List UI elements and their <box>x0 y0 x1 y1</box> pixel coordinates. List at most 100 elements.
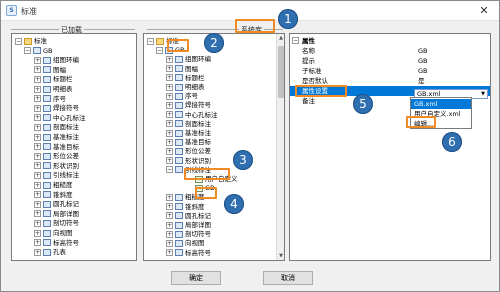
expand-icon[interactable]: + <box>166 65 173 73</box>
tree-node[interactable]: + 序号 <box>34 94 66 104</box>
tree-node[interactable]: + 剖切符号 <box>34 218 79 228</box>
expand-icon[interactable]: + <box>166 55 173 63</box>
expand-icon[interactable]: + <box>166 221 173 229</box>
tree-node[interactable]: + 图幅 <box>34 65 66 75</box>
expand-icon[interactable]: + <box>34 95 41 103</box>
expand-icon[interactable]: + <box>166 120 173 128</box>
tree-node[interactable]: + 标高符号 <box>34 238 79 248</box>
collapse-icon[interactable]: − <box>15 37 22 45</box>
collapse-icon[interactable]: − <box>147 37 154 45</box>
tree-node[interactable]: + 圆孔标记 <box>34 199 79 209</box>
expand-icon[interactable]: + <box>166 83 173 91</box>
expand-icon[interactable]: + <box>166 111 173 119</box>
close-button[interactable]: ✕ <box>475 3 493 18</box>
tree-node-label: 剖面标注 <box>185 119 211 128</box>
expand-icon[interactable]: + <box>166 157 173 165</box>
expand-icon[interactable]: + <box>166 138 173 146</box>
chevron-down-icon[interactable]: ▼ <box>479 90 487 98</box>
expand-icon[interactable]: + <box>34 171 41 179</box>
tree-node[interactable]: + 孔表 <box>34 247 66 257</box>
tree-node[interactable]: + 组图环编 <box>34 55 79 65</box>
tree-node[interactable]: + 粗糙度 <box>34 180 73 190</box>
cancel-button[interactable]: 取消 <box>263 271 313 285</box>
expand-icon[interactable]: + <box>166 249 173 257</box>
property-row[interactable]: 提示 GB <box>290 56 490 66</box>
tree-node[interactable]: + 形位公差 <box>34 151 79 161</box>
expand-icon[interactable]: + <box>34 56 41 64</box>
property-row[interactable]: 名称 GB <box>290 46 490 56</box>
expand-icon[interactable]: + <box>34 133 41 141</box>
expand-icon[interactable]: + <box>34 181 41 189</box>
expand-icon[interactable]: + <box>34 123 41 131</box>
tree-node[interactable]: + 基准标注 <box>34 132 79 142</box>
scroll-down-icon[interactable]: ▼ <box>277 252 284 260</box>
expand-icon[interactable]: + <box>166 129 173 137</box>
expand-icon[interactable]: + <box>166 92 173 100</box>
expand-icon[interactable]: + <box>166 101 173 109</box>
tree-node[interactable]: + 向视图 <box>34 228 73 238</box>
scroll-thumb[interactable] <box>278 46 284 98</box>
expand-icon[interactable]: + <box>166 74 173 82</box>
collapse-icon[interactable]: − <box>156 46 163 54</box>
tree-node[interactable]: + 中心孔标注 <box>34 113 86 123</box>
tree-node[interactable]: + 基准目标 <box>34 142 79 152</box>
expand-icon[interactable]: + <box>34 239 41 247</box>
tree-node[interactable]: + 锥斜度 <box>34 190 73 200</box>
expand-icon[interactable]: + <box>34 162 41 170</box>
tree-node-label: 粗糙度 <box>53 181 73 189</box>
dropdown-option-gb-xml[interactable]: GB.xml <box>411 99 471 109</box>
window-title: 标准 <box>21 7 37 16</box>
tree-node-label: 图幅 <box>53 65 66 74</box>
tree-node[interactable]: − 标准 <box>15 36 47 46</box>
expand-icon[interactable]: + <box>166 203 173 211</box>
node-icon <box>43 143 51 151</box>
expand-icon[interactable]: + <box>34 66 41 74</box>
tree-node-label: 焊接符号 <box>53 104 79 113</box>
tree-node[interactable]: + 剖面标注 <box>34 122 79 132</box>
expand-icon[interactable]: + <box>34 248 41 256</box>
node-icon <box>175 166 183 174</box>
tree-node[interactable]: + 明细表 <box>34 84 73 94</box>
collapse-icon[interactable]: − <box>292 37 299 44</box>
expand-icon[interactable]: + <box>34 104 41 112</box>
collapse-icon[interactable]: − <box>166 166 173 174</box>
tree-node-label: 标高符号 <box>185 248 211 257</box>
expand-icon[interactable]: + <box>166 239 173 247</box>
expand-icon[interactable]: + <box>166 147 173 155</box>
tree-scrollbar[interactable]: ▲ ▼ <box>276 34 284 260</box>
property-name: 提示 <box>302 57 315 65</box>
expand-icon[interactable]: + <box>34 143 41 151</box>
expand-icon[interactable]: + <box>166 193 173 201</box>
expand-icon[interactable]: + <box>34 85 41 93</box>
loaded-tree[interactable]: − 标准 − GB + 组图环编 + 图幅 + 标题栏 + 明细表 + 序号 + 焊接符号 + 中心孔标注 + 剖面标… <box>11 33 137 261</box>
expand-icon[interactable]: + <box>34 229 41 237</box>
expand-icon[interactable]: + <box>34 200 41 208</box>
tree-node-label: 锥斜度 <box>185 202 205 211</box>
node-icon <box>175 221 183 229</box>
expand-icon[interactable]: + <box>34 191 41 199</box>
scroll-up-icon[interactable]: ▲ <box>277 34 284 42</box>
node-icon <box>175 138 183 146</box>
tree-node[interactable]: − GB <box>24 46 53 56</box>
ok-button[interactable]: 确定 <box>171 271 221 285</box>
expand-icon[interactable]: + <box>34 219 41 227</box>
expand-icon[interactable]: + <box>34 152 41 160</box>
tree-node[interactable]: + 标题栏 <box>34 74 73 84</box>
expand-icon[interactable]: + <box>34 75 41 83</box>
expand-icon[interactable]: + <box>166 230 173 238</box>
expand-icon[interactable]: + <box>34 114 41 122</box>
tree-node[interactable]: + 形状识别 <box>34 161 79 171</box>
system-library-tree[interactable]: ▲ ▼ − 标准 − GB + 组图环编 + 图幅 + 标题栏 + 明细表 + 序号 + 焊接符号 + 中心孔标注… <box>143 33 285 261</box>
tree-node[interactable]: + 局部详图 <box>34 209 79 219</box>
title-bar: S 标准 ✕ <box>1 1 499 21</box>
collapse-icon[interactable]: − <box>24 47 31 55</box>
tree-node-label: 锥斜度 <box>53 190 73 199</box>
expand-icon[interactable]: + <box>34 210 41 218</box>
tree-node-label: 组图环编 <box>53 56 79 65</box>
tree-node[interactable]: + 焊接符号 <box>34 103 79 113</box>
tree-node-label: 形状识别 <box>185 156 211 165</box>
tree-node[interactable]: + 标高符号 <box>166 248 211 258</box>
expand-icon[interactable]: + <box>166 212 173 220</box>
property-row[interactable]: 子标准 GB <box>290 66 490 76</box>
tree-node[interactable]: + 引线标注 <box>34 170 79 180</box>
